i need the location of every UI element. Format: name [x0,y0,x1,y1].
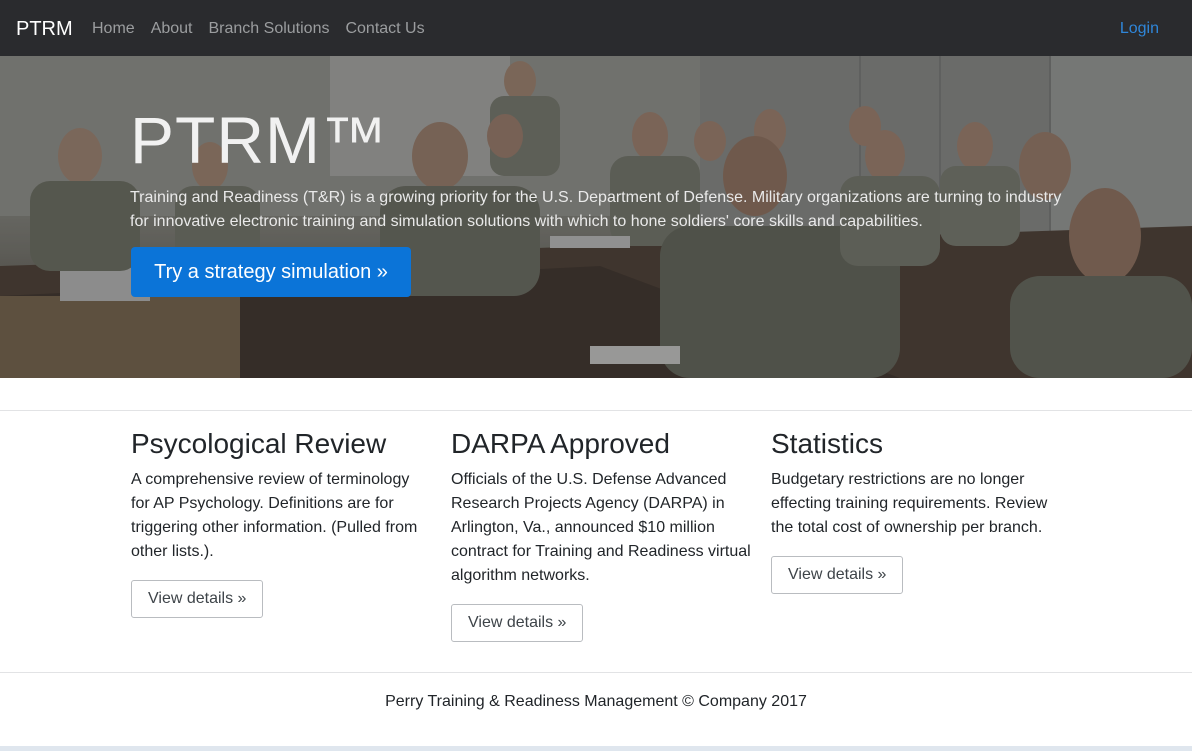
view-details-button[interactable]: View details » [451,604,584,642]
try-strategy-simulation-button[interactable]: Try a strategy simulation » [131,247,411,297]
feature-column-psycological-review: Psycological Review A comprehensive revi… [131,426,431,618]
view-details-button[interactable]: View details » [131,580,264,618]
feature-heading: Psycological Review [131,428,387,459]
window-bottom-edge [0,746,1192,751]
section-divider [0,410,1192,411]
hero-jumbotron: PTRM™ Training and Readiness (T&R) is a … [0,56,1192,378]
feature-heading: Statistics [771,428,884,459]
feature-heading: DARPA Approved [451,428,670,459]
feature-text: Officials of the U.S. Defense Advanced R… [451,471,751,584]
brand-logo[interactable]: PTRM [16,17,73,41]
feature-column-statistics: Statistics Budgetary restrictions are no… [771,426,1071,594]
view-details-button[interactable]: View details » [771,556,904,594]
feature-text: A comprehensive review of terminology fo… [131,471,418,560]
footer-copyright: Perry Training & Readiness Management © … [385,693,807,710]
login-link[interactable]: Login [1120,19,1159,39]
nav-link-home[interactable]: Home [92,19,135,39]
nav-link-contact-us[interactable]: Contact Us [345,19,424,39]
hero-description: Training and Readiness (T&R) is a growin… [130,189,1062,230]
feature-text: Budgetary restrictions are no longer eff… [771,471,1048,536]
nav-links: Home About Branch Solutions Contact Us [92,19,441,39]
top-navbar: PTRM Home About Branch Solutions Contact… [0,0,1192,56]
footer-divider [0,672,1192,673]
nav-link-branch-solutions[interactable]: Branch Solutions [209,19,330,39]
footer: Perry Training & Readiness Management © … [0,692,1192,712]
feature-column-darpa-approved: DARPA Approved Officials of the U.S. Def… [451,426,751,642]
hero-title: PTRM™ [130,103,388,177]
nav-link-about[interactable]: About [151,19,193,39]
